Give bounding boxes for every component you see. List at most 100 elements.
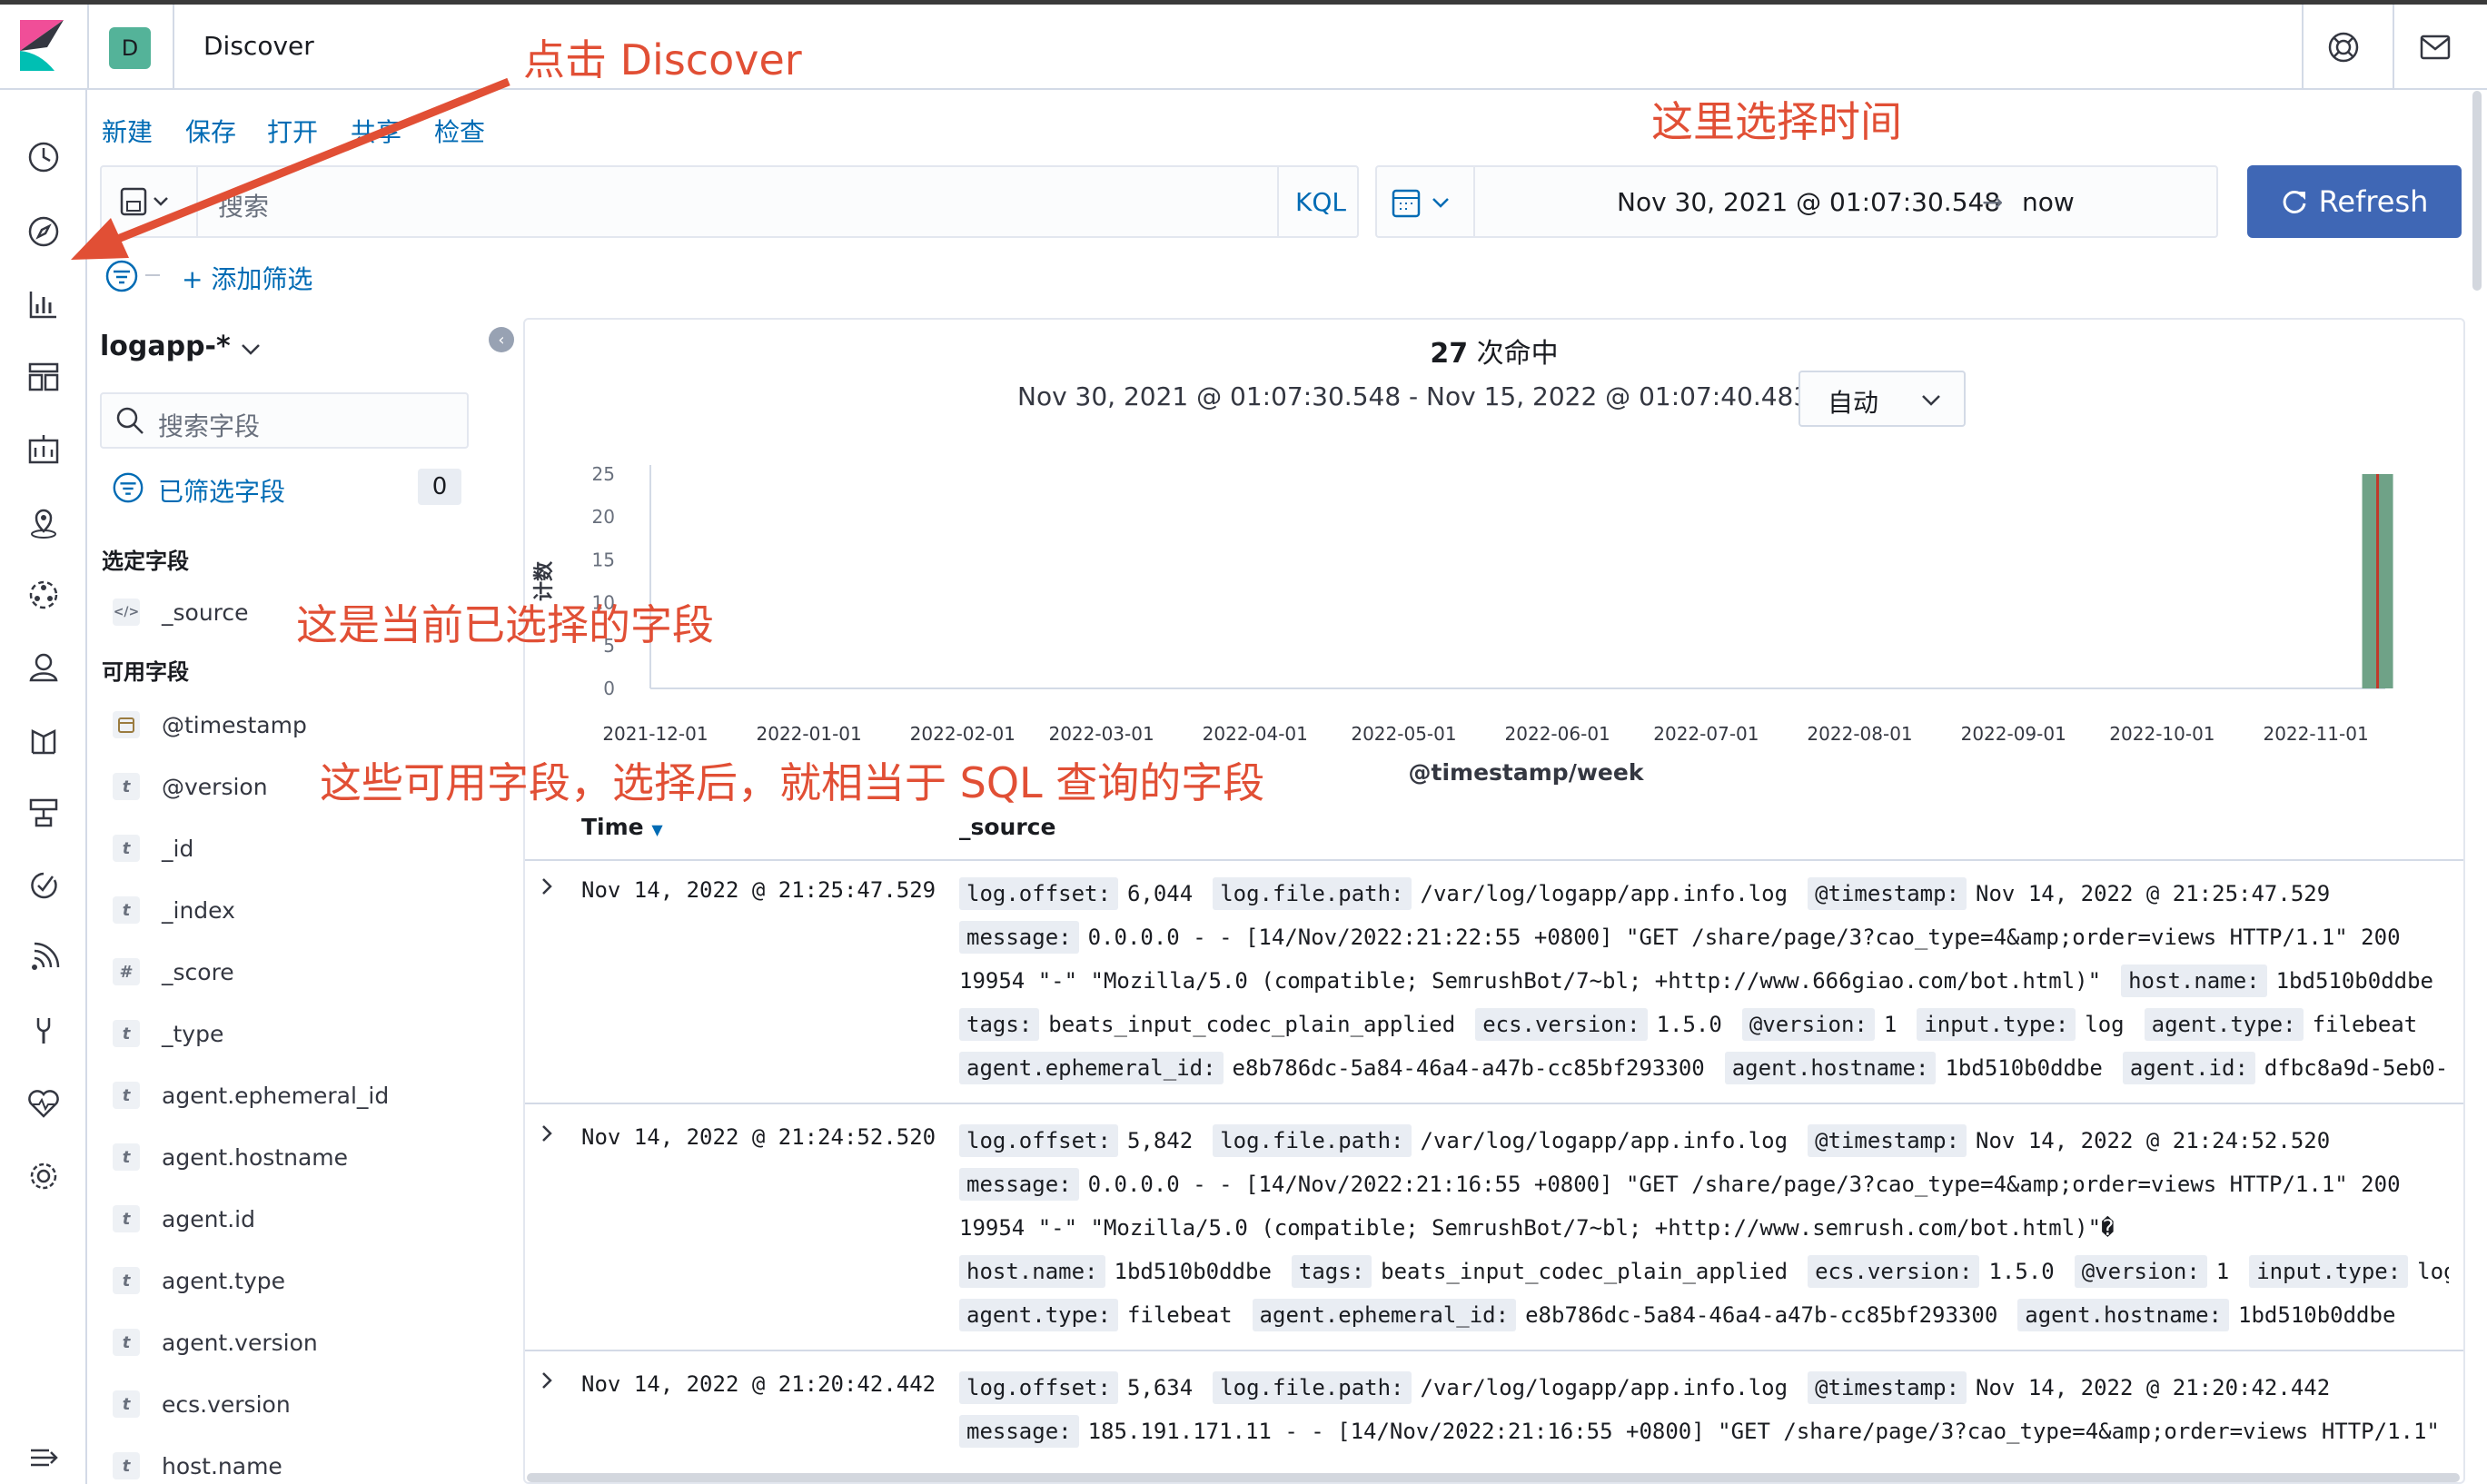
hits-count: 27 次命中 bbox=[523, 331, 2465, 371]
expand-row-icon[interactable] bbox=[536, 876, 558, 897]
source-field-key: host.name: bbox=[2121, 965, 2267, 997]
dev-tools-icon[interactable] bbox=[25, 1013, 62, 1049]
expand-row-icon[interactable] bbox=[536, 1123, 558, 1144]
gear-icon[interactable] bbox=[25, 1158, 62, 1194]
visualize-icon[interactable] bbox=[25, 286, 62, 322]
collapse-nav-icon[interactable] bbox=[25, 1439, 62, 1476]
mail-icon[interactable] bbox=[2420, 35, 2451, 60]
string-field-icon: t bbox=[113, 835, 140, 862]
source-field-key: @version: bbox=[1741, 1008, 1875, 1041]
left-nav bbox=[0, 90, 87, 1484]
annotation-available-fields: 这些可用字段，选择后，就相当于 SQL 查询的字段 bbox=[320, 758, 1265, 807]
refresh-button[interactable]: Refresh bbox=[2247, 165, 2462, 238]
source-field-value: 1 bbox=[2215, 1259, 2230, 1284]
field-name: _source bbox=[162, 599, 249, 626]
interval-value: 自动 bbox=[1828, 388, 1879, 418]
field-search-input[interactable] bbox=[100, 392, 469, 449]
row-time: Nov 14, 2022 @ 21:20:42.442 bbox=[581, 1371, 936, 1397]
collapse-sidebar-icon[interactable]: ‹ bbox=[489, 327, 514, 352]
string-field-icon: t bbox=[113, 1267, 140, 1294]
source-field-key: @timestamp: bbox=[1808, 877, 1967, 910]
source-field-key: agent.hostname: bbox=[1724, 1052, 1937, 1084]
available-field-item[interactable]: t agent.id bbox=[113, 1201, 255, 1237]
filtered-fields-button[interactable]: 已筛选字段 bbox=[158, 472, 285, 509]
dashboard-icon[interactable] bbox=[25, 359, 62, 395]
row-divider bbox=[525, 1350, 2463, 1351]
expand-row-icon[interactable] bbox=[536, 1370, 558, 1391]
kibana-logo-icon[interactable] bbox=[20, 20, 64, 71]
available-field-item[interactable]: t agent.version bbox=[113, 1324, 318, 1360]
metrics-icon[interactable] bbox=[25, 795, 62, 831]
source-line: tags: beats_input_codec_plain_applied ecs.… bbox=[959, 1003, 2449, 1046]
column-header-time[interactable]: Time ▼ bbox=[581, 814, 663, 840]
available-field-item[interactable]: t _index bbox=[113, 892, 235, 928]
monitoring-icon[interactable] bbox=[25, 1085, 62, 1122]
canvas-icon[interactable] bbox=[25, 431, 62, 468]
kql-toggle[interactable]: KQL bbox=[1295, 187, 1346, 217]
date-start[interactable]: Nov 30, 2021 @ 01:07:30.548 bbox=[1617, 187, 2000, 217]
annotation-time: 这里选择时间 bbox=[1651, 97, 1902, 146]
sort-down-icon[interactable]: ▼ bbox=[651, 821, 662, 838]
available-field-item[interactable]: # _score bbox=[113, 954, 234, 990]
available-field-item[interactable]: t agent.type bbox=[113, 1262, 285, 1299]
refresh-icon bbox=[2283, 190, 2306, 213]
maps-icon[interactable] bbox=[25, 504, 62, 540]
selected-field-item[interactable]: </> _source bbox=[113, 594, 249, 630]
vertical-scrollbar[interactable] bbox=[2472, 91, 2482, 291]
available-field-item[interactable]: t _id bbox=[113, 830, 193, 866]
filtered-count-badge: 0 bbox=[418, 469, 461, 505]
source-field-key: ecs.version: bbox=[1475, 1008, 1648, 1041]
available-field-item[interactable]: t _type bbox=[113, 1015, 223, 1052]
source-field-key: agent.hostname: bbox=[2017, 1299, 2230, 1331]
source-line: log.offset: 5,842 log.file.path: /var/log/l… bbox=[959, 1119, 2449, 1162]
source-field-key: agent.type: bbox=[2144, 1008, 2304, 1041]
source-field-value: dfbc8a9d-5eb0- bbox=[2264, 1055, 2449, 1081]
y-tick-label: 20 bbox=[592, 506, 615, 528]
annotation-discover: 点击 Discover bbox=[523, 35, 802, 84]
filter-icon[interactable] bbox=[111, 470, 145, 505]
available-field-item[interactable]: t agent.ephemeral_id bbox=[113, 1077, 389, 1113]
chevron-down-icon[interactable] bbox=[238, 336, 263, 361]
field-name: ecs.version bbox=[162, 1390, 291, 1418]
x-tick-label: 2022-05-01 bbox=[1351, 723, 1456, 745]
source-field-value: 5,842 bbox=[1126, 1128, 1194, 1153]
source-field-key: log.file.path: bbox=[1213, 1124, 1412, 1157]
available-field-item[interactable]: t ecs.version bbox=[113, 1386, 291, 1422]
y-tick-label: 0 bbox=[603, 678, 615, 699]
y-tick-label: 15 bbox=[592, 549, 615, 570]
date-end[interactable]: now bbox=[2022, 187, 2075, 217]
kql-divider bbox=[1277, 167, 1279, 236]
app-avatar[interactable]: D bbox=[109, 27, 151, 69]
calendar-icon[interactable] bbox=[1392, 187, 1455, 218]
chevron-down-icon bbox=[1922, 395, 1940, 406]
x-tick-label: 2021-12-01 bbox=[602, 723, 708, 745]
source-field-key: @timestamp: bbox=[1808, 1371, 1967, 1404]
source-field-key: log.file.path: bbox=[1213, 877, 1412, 910]
logs-icon[interactable] bbox=[25, 722, 62, 758]
available-field-item[interactable]: @timestamp bbox=[113, 707, 307, 743]
source-field-value: /var/log/logapp/app.info.log bbox=[1420, 881, 1788, 906]
string-field-icon: t bbox=[113, 1020, 140, 1047]
available-field-item[interactable]: t agent.hostname bbox=[113, 1139, 348, 1175]
source-field-value: 1bd510b0ddbe bbox=[1114, 1259, 1272, 1284]
field-name: @timestamp bbox=[162, 711, 307, 738]
apm-icon[interactable] bbox=[25, 867, 62, 904]
hits-number: 27 bbox=[1430, 338, 1469, 370]
available-fields-heading: 可用字段 bbox=[102, 659, 189, 685]
source-field-value: Nov 14, 2022 @ 21:20:42.442 bbox=[1976, 1375, 2331, 1400]
available-field-item[interactable]: t @version bbox=[113, 768, 268, 805]
horizontal-scrollbar[interactable] bbox=[527, 1473, 2460, 1482]
source-field-key: @version: bbox=[2074, 1255, 2207, 1288]
help-icon[interactable] bbox=[2327, 31, 2360, 64]
header-divider bbox=[2393, 5, 2394, 90]
x-tick-label: 2022-03-01 bbox=[1048, 723, 1154, 745]
field-name: agent.id bbox=[162, 1205, 255, 1232]
ml-icon[interactable] bbox=[25, 577, 62, 613]
source-field-key: message: bbox=[959, 1168, 1079, 1201]
user-icon[interactable] bbox=[25, 649, 62, 686]
source-field-value: 5,634 bbox=[1126, 1375, 1194, 1400]
index-pattern-selector[interactable]: logapp-* bbox=[100, 331, 231, 362]
available-field-item[interactable]: t host.name bbox=[113, 1448, 282, 1484]
uptime-icon[interactable] bbox=[25, 940, 62, 976]
source-field-value: 1bd510b0ddbe bbox=[1945, 1055, 2103, 1081]
